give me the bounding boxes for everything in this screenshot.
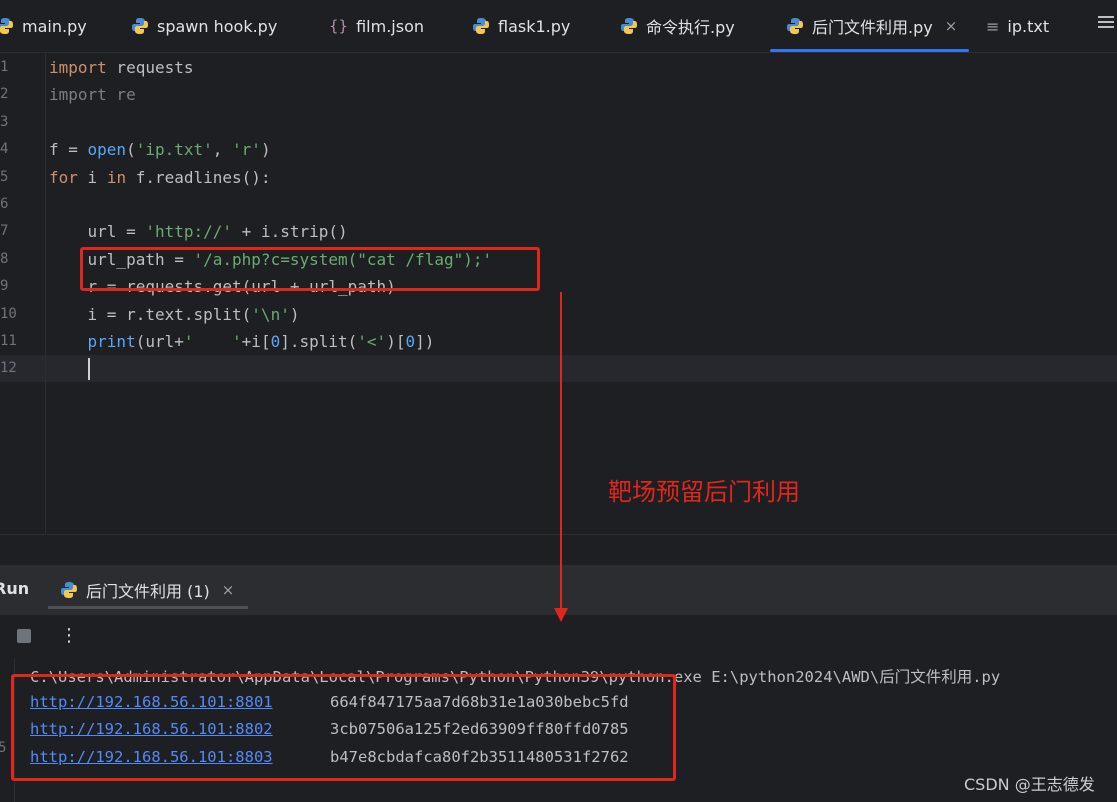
- json-icon: {}: [329, 17, 349, 35]
- tab-list-menu-icon[interactable]: [1098, 16, 1114, 30]
- line-number: 3: [0, 113, 9, 130]
- code-token: ].split(: [280, 332, 358, 351]
- watermark: CSDN @王志德发: [964, 775, 1095, 794]
- run-tab-label: 后门文件利用 (1): [86, 582, 210, 601]
- code-token: 0: [270, 332, 281, 351]
- code-token: + i.strip(): [232, 222, 348, 242]
- text-file-icon: ≡: [986, 16, 1000, 36]
- code-token: (url+: [135, 332, 184, 351]
- tab-label: ip.txt: [1007, 16, 1050, 36]
- code-token: ' ': [183, 332, 242, 351]
- tab-label: spawn hook.py: [157, 16, 278, 36]
- more-options-icon[interactable]: ⋮: [60, 625, 78, 646]
- code-highlight-box: [80, 247, 540, 291]
- code-token: '<': [357, 332, 387, 351]
- code-line: for i in f.readlines():: [49, 164, 271, 191]
- code-line: i = r.text.split('\n'): [49, 301, 300, 328]
- code-token: requests: [106, 58, 194, 77]
- code-line: url = 'http://' + i.strip(): [49, 218, 348, 245]
- tab-main-py[interactable]: main.py: [0, 0, 87, 52]
- annotation-label: 靶场预留后门利用: [608, 478, 800, 506]
- tab-backdoor-exploit[interactable]: 后门文件利用.py ×: [770, 0, 969, 52]
- tab-film-json[interactable]: {} film.json: [329, 0, 424, 52]
- code-line: print(url+' '+i[0].split('<')[0]): [49, 328, 435, 355]
- code-token: for: [49, 167, 78, 187]
- python-icon: [786, 17, 804, 35]
- code-token: ,: [212, 140, 233, 160]
- console-gutter-mark: 5: [0, 740, 7, 756]
- line-number: 6: [0, 196, 9, 212]
- tab-command-exec[interactable]: 命令执行.py: [620, 0, 735, 52]
- line-number: 12: [0, 360, 17, 377]
- code-token: 'r': [232, 140, 261, 160]
- code-token: f =: [49, 140, 88, 160]
- text-caret: [88, 358, 90, 380]
- run-panel-title: Run: [0, 579, 30, 598]
- code-line: import re: [49, 81, 136, 108]
- line-number: 11: [0, 333, 17, 349]
- code-token: '\n': [251, 304, 290, 324]
- tab-label: 命令执行.py: [646, 18, 735, 37]
- code-token: )[: [386, 332, 406, 351]
- tab-label: 后门文件利用.py: [812, 18, 933, 37]
- stop-button[interactable]: [17, 629, 31, 643]
- code-token: 'http://': [145, 222, 233, 242]
- code-token: url =: [49, 222, 146, 242]
- line-number: 4: [0, 141, 9, 158]
- tab-label: film.json: [356, 16, 424, 36]
- code-token: 'ip.txt': [135, 140, 213, 160]
- line-number: 10: [0, 305, 17, 322]
- code-token: in: [106, 167, 127, 187]
- code-line: f = open('ip.txt', 'r'): [49, 136, 271, 163]
- run-config-tab[interactable]: 后门文件利用 (1) ×: [47, 565, 249, 615]
- output-highlight-box: [11, 674, 676, 781]
- code-token: i: [77, 167, 107, 187]
- code-token: ): [260, 140, 271, 160]
- editor-tab-bar: main.py spawn hook.py {} film.json flask…: [0, 0, 1117, 53]
- gutter-divider: [45, 53, 46, 534]
- code-token: 0: [405, 332, 416, 351]
- code-token: import: [49, 58, 107, 77]
- code-line: import requests: [49, 54, 194, 81]
- code-token: print: [87, 332, 136, 351]
- line-number: 8: [0, 250, 9, 267]
- code-token: +i[: [241, 332, 271, 351]
- code-token: import re: [49, 85, 136, 105]
- code-token: f.readlines():: [126, 167, 271, 187]
- code-token: ): [289, 304, 300, 324]
- python-icon: [131, 17, 149, 35]
- close-icon[interactable]: ×: [945, 17, 958, 35]
- tab-label: flask1.py: [498, 16, 571, 36]
- line-number: 5: [0, 168, 9, 185]
- annotation-arrow: [554, 292, 568, 622]
- tab-flask1[interactable]: flask1.py: [472, 0, 570, 52]
- tab-label: main.py: [22, 16, 87, 36]
- line-number: 1: [0, 59, 9, 75]
- close-icon[interactable]: ×: [222, 581, 235, 599]
- python-icon: [620, 17, 638, 35]
- python-icon: [0, 17, 14, 35]
- python-icon: [472, 17, 490, 35]
- code-token: (: [126, 140, 136, 160]
- tab-spawn-hook[interactable]: spawn hook.py: [131, 0, 277, 52]
- code-token: ]): [415, 332, 435, 351]
- code-token: open: [87, 140, 127, 160]
- line-number: 9: [0, 278, 9, 295]
- code-token: i = r.text.split(: [49, 304, 252, 324]
- python-icon: [60, 581, 78, 599]
- line-number: 2: [0, 86, 9, 103]
- line-number: 7: [0, 223, 9, 240]
- tab-ip-txt[interactable]: ≡ ip.txt: [986, 0, 1049, 52]
